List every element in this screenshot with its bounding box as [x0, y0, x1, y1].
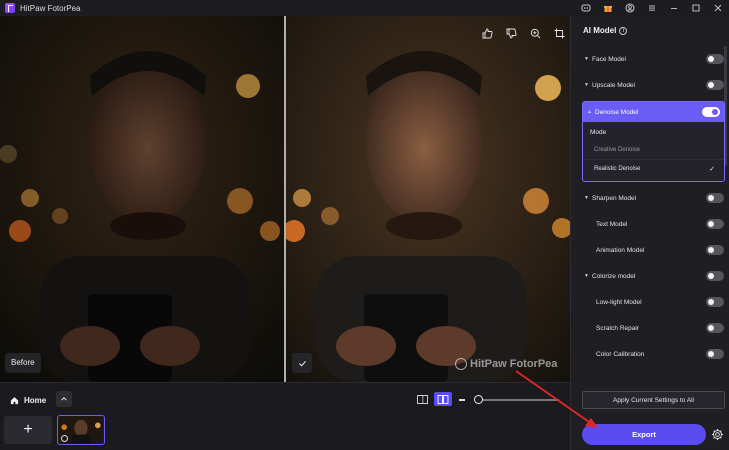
gear-icon: [711, 428, 724, 441]
thumbnail-status-icon: [61, 435, 68, 442]
option-label: Creative Denoise: [594, 147, 641, 153]
option-label: Realistic Denoise: [594, 165, 641, 172]
title-bar-controls: [575, 0, 729, 16]
text-model-toggle[interactable]: [706, 219, 724, 229]
minimize-icon[interactable]: [663, 0, 685, 16]
collapse-button[interactable]: [56, 391, 72, 407]
discord-icon[interactable]: [575, 0, 597, 16]
bottom-bar: Home +: [0, 382, 570, 450]
denoise-model-card: ▲ Denoise Model Mode Creative Denoise Re…: [582, 101, 725, 182]
zoom-slider[interactable]: [479, 399, 559, 401]
low-light-model-toggle[interactable]: [706, 297, 724, 307]
model-row-low-light[interactable]: Low-light Model: [584, 295, 724, 309]
export-button[interactable]: Export: [582, 424, 706, 445]
user-icon[interactable]: [619, 0, 641, 16]
split-view-icon: [437, 394, 449, 404]
before-photo: [0, 16, 284, 382]
caret-down-icon: ▼: [584, 56, 589, 62]
model-row-upscale[interactable]: ▼ Upscale Model: [584, 78, 724, 92]
model-row-face[interactable]: ▼ Face Model: [584, 52, 724, 66]
model-label: Color Calibration: [596, 350, 645, 358]
apply-to-all-button[interactable]: Apply Current Settings to All: [582, 391, 725, 409]
app-logo-icon: [5, 3, 15, 13]
home-icon: [10, 396, 19, 404]
before-label: Before: [5, 353, 41, 373]
face-model-toggle[interactable]: [706, 54, 724, 64]
title-bar: HitPaw FotorPea: [0, 0, 729, 16]
preview-area: Before HitPaw FotorPea: [0, 16, 570, 382]
caret-up-icon: ▲: [587, 109, 592, 115]
model-row-scratch-repair[interactable]: Scratch Repair: [584, 321, 724, 335]
watermark-text: HitPaw FotorPea: [470, 358, 558, 370]
colorize-model-toggle[interactable]: [706, 271, 724, 281]
check-icon: ✓: [709, 166, 715, 173]
model-row-color-calibration[interactable]: Color Calibration: [584, 347, 724, 361]
model-label: Scratch Repair: [596, 324, 639, 332]
thumbs-down-icon[interactable]: [501, 24, 521, 42]
model-label: Text Model: [596, 220, 628, 228]
single-view-button[interactable]: [414, 392, 430, 406]
chevron-up-icon: [61, 397, 67, 401]
check-badge[interactable]: [292, 353, 312, 373]
check-icon: [298, 360, 306, 366]
single-view-icon: [416, 394, 428, 404]
model-row-colorize[interactable]: ▼ Colorize model: [584, 269, 724, 283]
thumbs-up-icon[interactable]: [477, 24, 497, 42]
animation-model-toggle[interactable]: [706, 245, 724, 255]
portrait-image-after: [286, 16, 570, 382]
caret-down-icon: ▼: [584, 195, 589, 201]
gift-icon[interactable]: [597, 0, 619, 16]
denoise-model-header[interactable]: ▲ Denoise Model: [583, 102, 724, 122]
image-thumbnail[interactable]: [57, 415, 105, 445]
close-icon[interactable]: [707, 0, 729, 16]
settings-gear-button[interactable]: [711, 428, 724, 441]
crop-icon[interactable]: [549, 24, 569, 42]
model-label: Low-light Model: [596, 298, 642, 306]
preview-toolbar: [477, 24, 569, 42]
split-view-button[interactable]: [434, 392, 452, 406]
home-button[interactable]: Home: [4, 390, 52, 410]
watermark-logo-icon: [455, 358, 467, 370]
model-label: Colorize model: [592, 272, 636, 280]
model-label: Sharpen Model: [592, 194, 637, 202]
model-label: Face Model: [592, 55, 626, 63]
denoise-model-label: Denoise Model: [595, 108, 639, 116]
zoom-out-icon[interactable]: [459, 399, 465, 401]
panel-title-text: AI Model: [583, 26, 617, 35]
model-row-animation[interactable]: Animation Model: [584, 243, 724, 257]
add-image-button[interactable]: +: [4, 416, 52, 444]
home-label: Home: [24, 395, 47, 405]
denoise-model-toggle[interactable]: [702, 107, 720, 117]
after-photo: [286, 16, 570, 382]
portrait-image-before: [0, 16, 284, 382]
caret-down-icon: ▼: [584, 273, 589, 279]
zoom-icon[interactable]: [525, 24, 545, 42]
menu-icon[interactable]: [641, 0, 663, 16]
model-row-sharpen[interactable]: ▼ Sharpen Model: [584, 191, 724, 205]
zoom-slider-handle[interactable]: [474, 395, 483, 404]
info-icon[interactable]: i: [619, 26, 628, 35]
upscale-model-toggle[interactable]: [706, 80, 724, 90]
scratch-repair-toggle[interactable]: [706, 323, 724, 333]
app-title: HitPaw FotorPea: [20, 3, 81, 13]
mode-label: Mode: [590, 129, 607, 136]
maximize-icon[interactable]: [685, 0, 707, 16]
option-creative-denoise[interactable]: Creative Denoise: [583, 141, 724, 159]
panel-title: AI Model i: [583, 26, 628, 35]
option-realistic-denoise[interactable]: Realistic Denoise ✓: [583, 159, 724, 177]
sharpen-model-toggle[interactable]: [706, 193, 724, 203]
color-calibration-toggle[interactable]: [706, 349, 724, 359]
caret-down-icon: ▼: [584, 82, 589, 88]
model-label: Animation Model: [596, 246, 645, 254]
model-label: Upscale Model: [592, 81, 635, 89]
model-row-text[interactable]: Text Model: [584, 217, 724, 231]
watermark: HitPaw FotorPea: [455, 358, 557, 370]
